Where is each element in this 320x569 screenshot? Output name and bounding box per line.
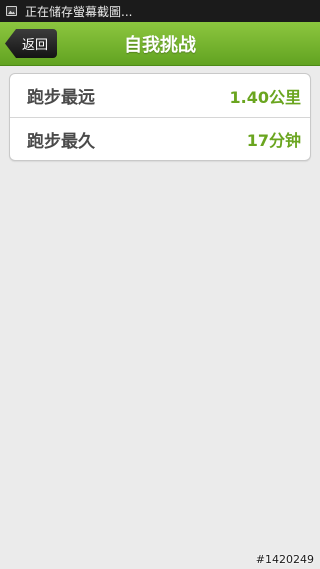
record-row-farthest[interactable]: 跑步最远 1.40公里	[10, 74, 310, 117]
record-label: 跑步最远	[27, 88, 95, 108]
status-text: 正在储存螢幕截圖...	[25, 4, 133, 19]
record-value: 17分钟	[246, 131, 301, 150]
status-bar: 正在储存螢幕截圖...	[0, 0, 320, 22]
record-label: 跑步最久	[27, 131, 95, 152]
records-card: 跑步最远 1.40公里 跑步最久 17分钟	[9, 73, 311, 161]
watermark: #1420249	[255, 553, 314, 566]
back-button[interactable]: 返回	[5, 29, 57, 58]
screenshot-icon	[6, 6, 17, 16]
record-row-longest[interactable]: 跑步最久 17分钟	[10, 117, 310, 160]
record-value: 1.40公里	[229, 87, 301, 107]
title-bar: 自我挑战 返回	[0, 22, 320, 66]
